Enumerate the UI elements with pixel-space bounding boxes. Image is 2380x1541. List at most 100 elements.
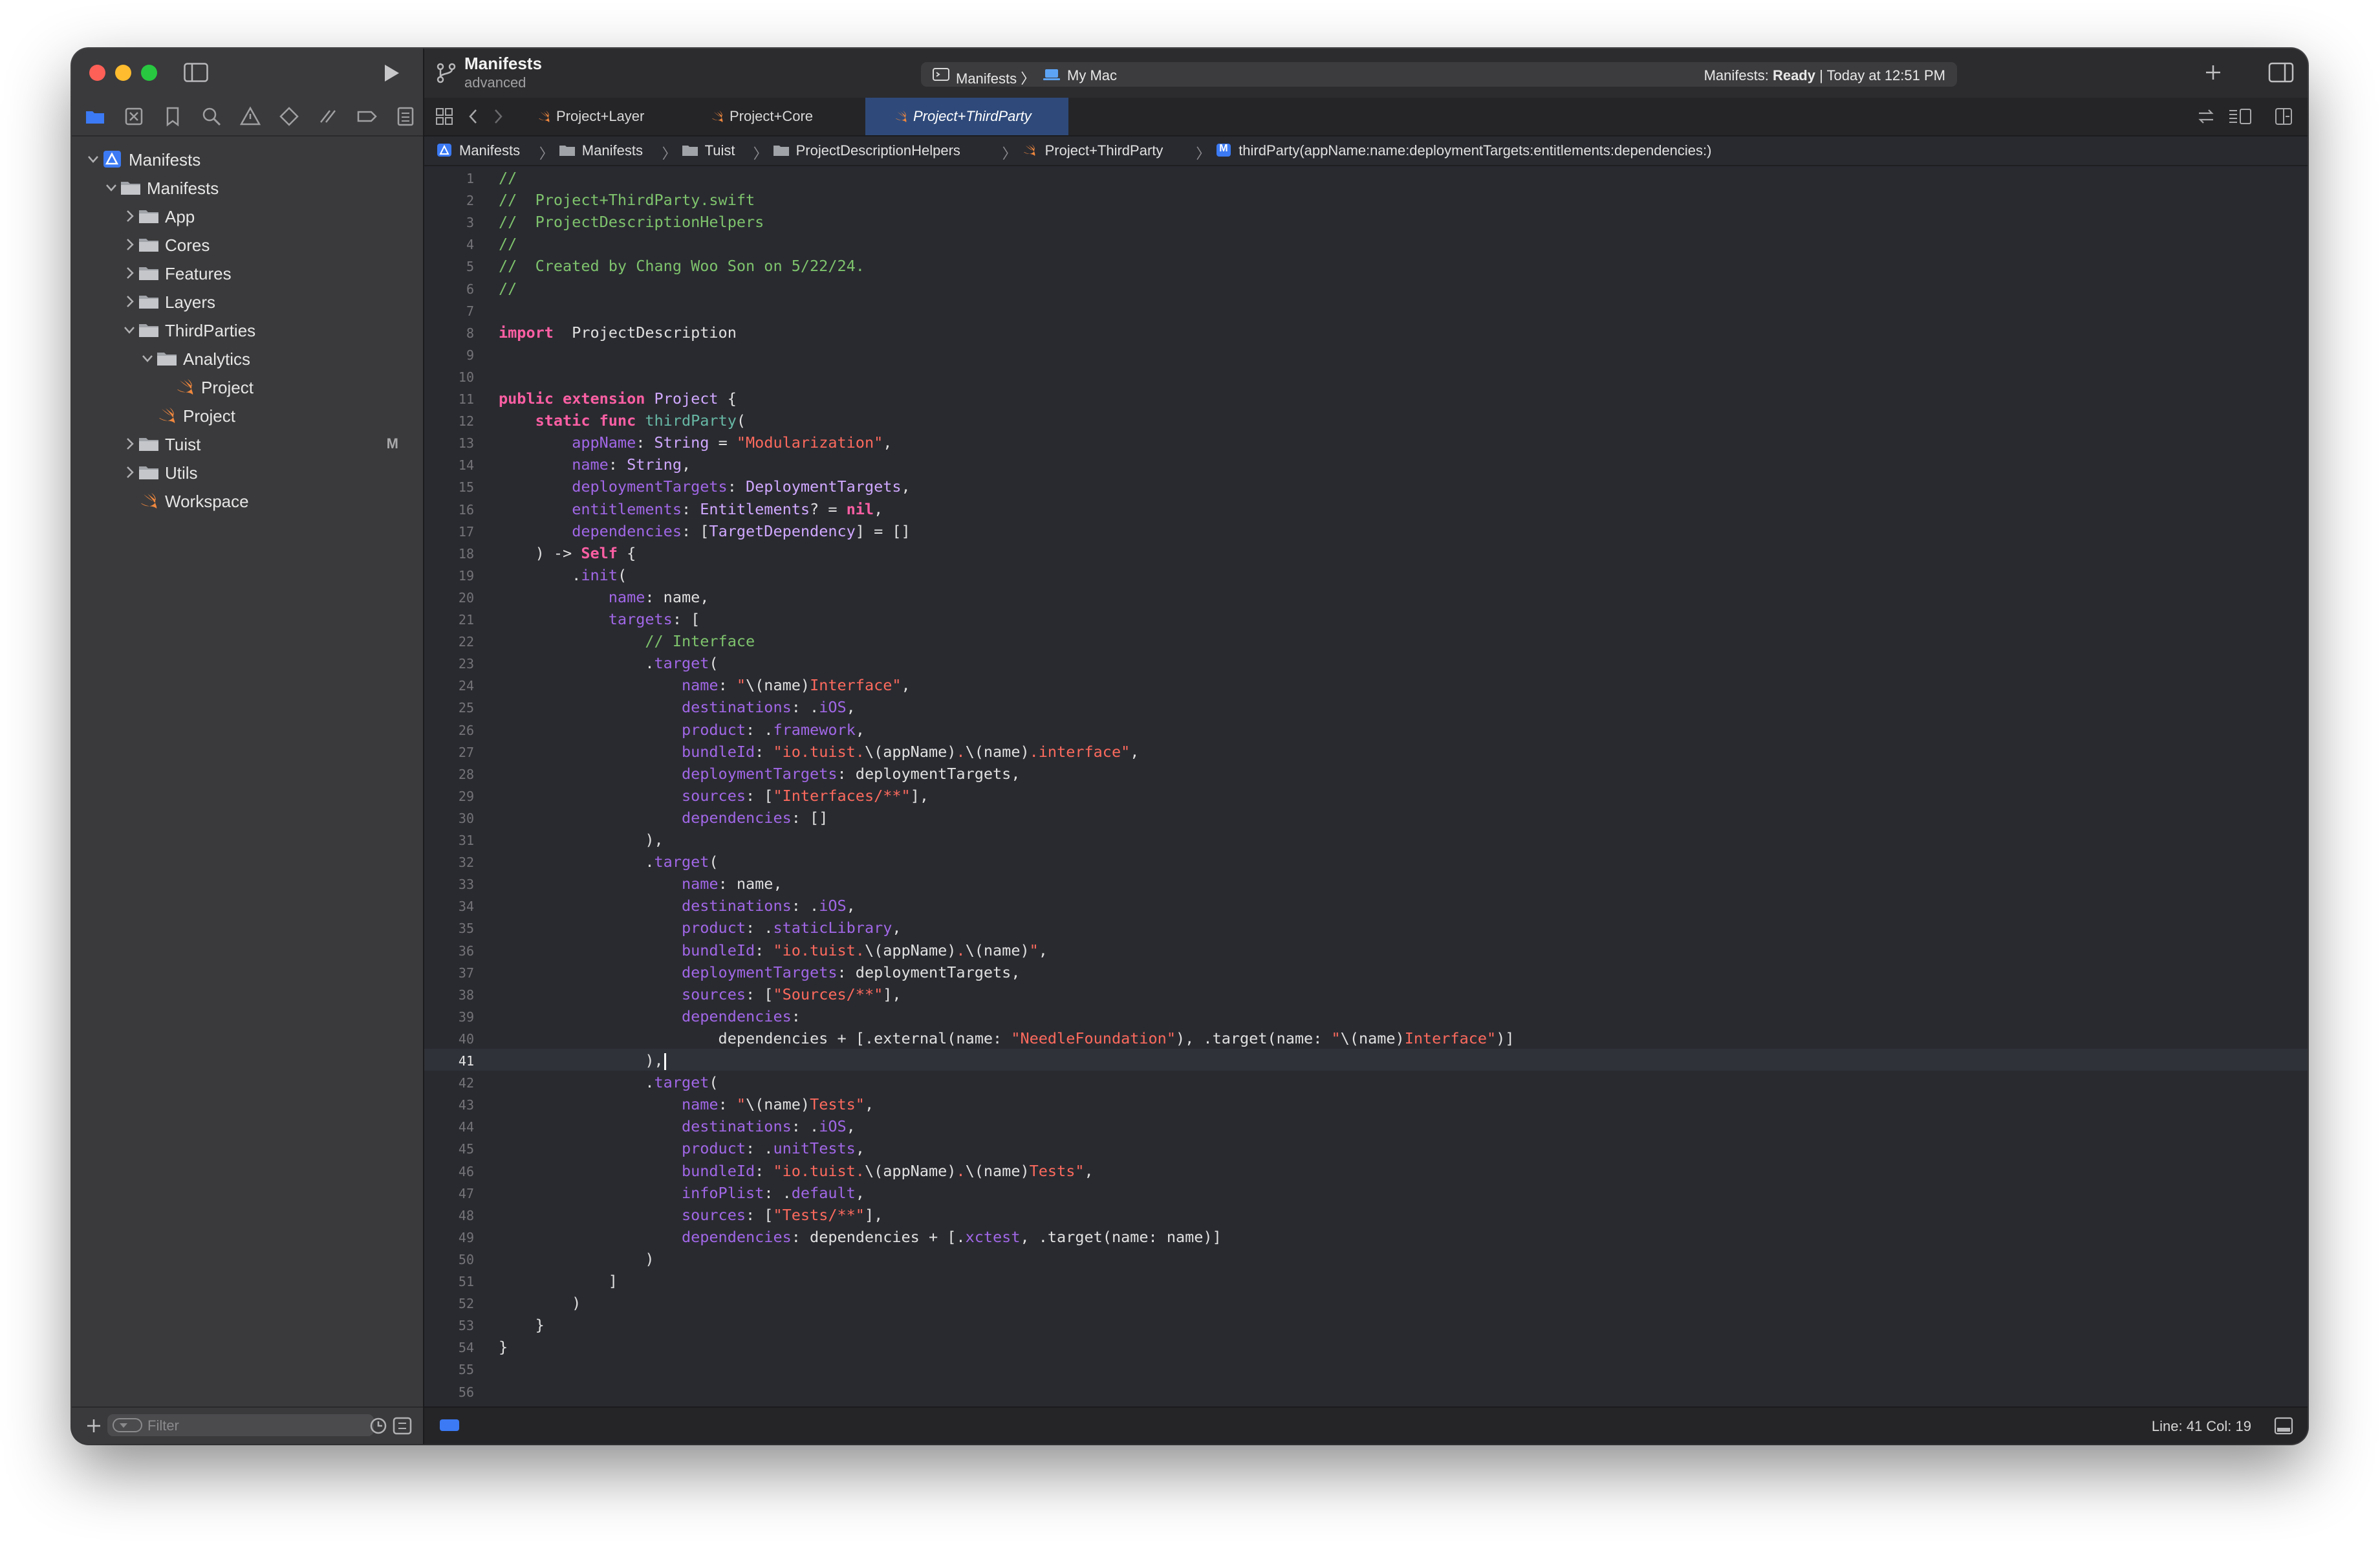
code-line[interactable]: 1 // [424, 166, 2308, 188]
code-line[interactable]: 41 ), [424, 1049, 2308, 1071]
add-icon[interactable] [85, 1417, 103, 1435]
code-line[interactable]: 9 [424, 343, 2308, 365]
breadcrumb-item[interactable]: Manifests [582, 142, 643, 159]
project-branch[interactable]: advanced [464, 74, 526, 91]
code-line[interactable]: 24 name: "\(name)Interface", [424, 673, 2308, 695]
code-line[interactable]: 34 destinations: .iOS, [424, 894, 2308, 916]
code-line[interactable]: 56 [424, 1380, 2308, 1402]
navigator-item-layers[interactable]: Layers [72, 288, 423, 316]
minimize-window-button[interactable] [115, 65, 131, 81]
forward-icon[interactable] [490, 107, 506, 126]
chevron-down-icon[interactable] [104, 179, 118, 196]
code-line[interactable]: 45 product: .unitTests, [424, 1137, 2308, 1159]
code-line[interactable]: 13 appName: String = "Modularization", [424, 431, 2308, 453]
issue-navigator-icon[interactable] [239, 105, 261, 127]
editor-options-icon[interactable] [2227, 107, 2253, 126]
navigator-item-project[interactable]: Project [72, 373, 423, 402]
code-line[interactable]: 48 sources: ["Tests/**"], [424, 1203, 2308, 1225]
code-line[interactable]: 31 ), [424, 828, 2308, 850]
report-navigator-icon[interactable] [395, 105, 416, 127]
code-line[interactable]: 54} [424, 1335, 2308, 1357]
code-line[interactable]: 30 dependencies: [] [424, 806, 2308, 828]
chevron-down-icon[interactable] [122, 322, 136, 338]
navigator-item-manifests[interactable]: Manifests [72, 174, 423, 202]
code-line[interactable]: 29 sources: ["Interfaces/**"], [424, 784, 2308, 806]
code-line[interactable]: 11 public extension Project { [424, 387, 2308, 409]
find-navigator-icon[interactable] [200, 105, 222, 127]
navigator-item-app[interactable]: App [72, 202, 423, 231]
code-line[interactable]: 53 } [424, 1313, 2308, 1335]
code-line[interactable]: 49 dependencies: dependencies + [.xctest… [424, 1225, 2308, 1247]
code-line[interactable]: 21 targets: [ [424, 607, 2308, 629]
code-line[interactable]: 33 name: name, [424, 872, 2308, 894]
split-swap-icon[interactable] [2196, 107, 2216, 126]
breadcrumb-item[interactable]: ProjectDescriptionHelpers [796, 142, 960, 159]
code-line[interactable]: 25 destinations: .iOS, [424, 695, 2308, 717]
code-line[interactable]: 6 // [424, 277, 2308, 299]
code-line[interactable]: 46 bundleId: "io.tuist.\(appName).\(name… [424, 1159, 2308, 1181]
zoom-window-button[interactable] [141, 65, 157, 81]
breakpoint-navigator-icon[interactable] [356, 105, 378, 127]
code-line[interactable]: 20 name: name, [424, 585, 2308, 607]
back-icon[interactable] [466, 107, 481, 126]
navigator-item-cores[interactable]: Cores [72, 231, 423, 259]
source-control-filter-icon[interactable] [393, 1417, 412, 1435]
code-line[interactable]: 51 ] [424, 1269, 2308, 1291]
code-line[interactable]: 12 static func thirdParty( [424, 409, 2308, 431]
filter-field[interactable]: Filter [107, 1414, 374, 1436]
add-editor-icon[interactable] [2274, 107, 2293, 126]
tab-project-thirdparty[interactable]: Project+ThirdParty [865, 98, 1068, 135]
scheme-selector[interactable]: Manifests 〉 [956, 67, 1035, 88]
code-line[interactable]: 50 ) [424, 1247, 2308, 1269]
related-items-icon[interactable] [435, 107, 454, 126]
code-line[interactable]: 22 // Interface [424, 629, 2308, 651]
navigator-item-features[interactable]: Features [72, 259, 423, 288]
chevron-right-icon[interactable] [122, 293, 136, 310]
navigator-item-project[interactable]: Project [72, 402, 423, 430]
code-line[interactable]: 37 deploymentTargets: deploymentTargets, [424, 961, 2308, 983]
navigator-item-utils[interactable]: Utils [72, 459, 423, 487]
code-line[interactable]: 2 // Project+ThirdParty.swift [424, 188, 2308, 210]
chevron-down-icon[interactable] [86, 151, 100, 168]
filter-options-icon[interactable] [113, 1418, 142, 1432]
close-window-button[interactable] [89, 65, 105, 81]
code-line[interactable]: 26 product: .framework, [424, 718, 2308, 740]
breadcrumb-item[interactable]: Manifests [459, 142, 520, 159]
code-line[interactable]: 47 infoPlist: .default, [424, 1181, 2308, 1203]
debug-navigator-icon[interactable] [317, 105, 339, 127]
chevron-right-icon[interactable] [122, 236, 136, 253]
navigator-item-manifests[interactable]: Manifests [72, 146, 423, 174]
code-line[interactable]: 10 [424, 365, 2308, 387]
code-line[interactable]: 7 [424, 299, 2308, 321]
code-line[interactable]: 35 product: .staticLibrary, [424, 916, 2308, 938]
code-line[interactable]: 27 bundleId: "io.tuist.\(appName).\(name… [424, 740, 2308, 762]
code-line[interactable]: 39 dependencies: [424, 1005, 2308, 1027]
breadcrumb-item[interactable]: Tuist [705, 142, 735, 159]
navigator-item-tuist[interactable]: Tuist M [72, 430, 423, 459]
chevron-right-icon[interactable] [122, 435, 136, 452]
breadcrumb-item[interactable]: thirdParty(appName:name:deploymentTarget… [1239, 142, 1711, 159]
tab-project-core[interactable]: Project+Core [692, 98, 864, 135]
recent-files-icon[interactable] [369, 1417, 387, 1435]
debug-area-toggle-icon[interactable] [2274, 1417, 2293, 1435]
chevron-right-icon[interactable] [122, 208, 136, 224]
sidebar-toggle-icon[interactable] [184, 63, 208, 82]
test-navigator-icon[interactable] [278, 105, 300, 127]
code-line[interactable]: 14 name: String, [424, 453, 2308, 475]
navigator-item-analytics[interactable]: Analytics [72, 345, 423, 373]
run-destination[interactable]: My Mac [1067, 67, 1117, 84]
code-line[interactable]: 28 deploymentTargets: deploymentTargets, [424, 762, 2308, 784]
run-button[interactable] [379, 61, 402, 85]
code-line[interactable]: 36 bundleId: "io.tuist.\(appName).\(name… [424, 939, 2308, 961]
code-line[interactable]: 15 deploymentTargets: DeploymentTargets, [424, 475, 2308, 497]
inspector-toggle-icon[interactable] [2268, 61, 2294, 83]
breadcrumb-item[interactable]: Project+ThirdParty [1045, 142, 1163, 159]
source-editor[interactable]: 1 // 2 // Project+ThirdParty.swift 3 // Proje… [424, 166, 2308, 1402]
code-line[interactable]: 19 .init( [424, 563, 2308, 585]
code-line[interactable]: 55 [424, 1357, 2308, 1379]
chevron-right-icon[interactable] [122, 464, 136, 481]
code-line[interactable]: 32 .target( [424, 850, 2308, 872]
code-line[interactable]: 17 dependencies: [TargetDependency] = [] [424, 519, 2308, 541]
code-line[interactable]: 4 // [424, 232, 2308, 254]
code-line[interactable]: 5 // Created by Chang Woo Son on 5/22/24. [424, 254, 2308, 276]
